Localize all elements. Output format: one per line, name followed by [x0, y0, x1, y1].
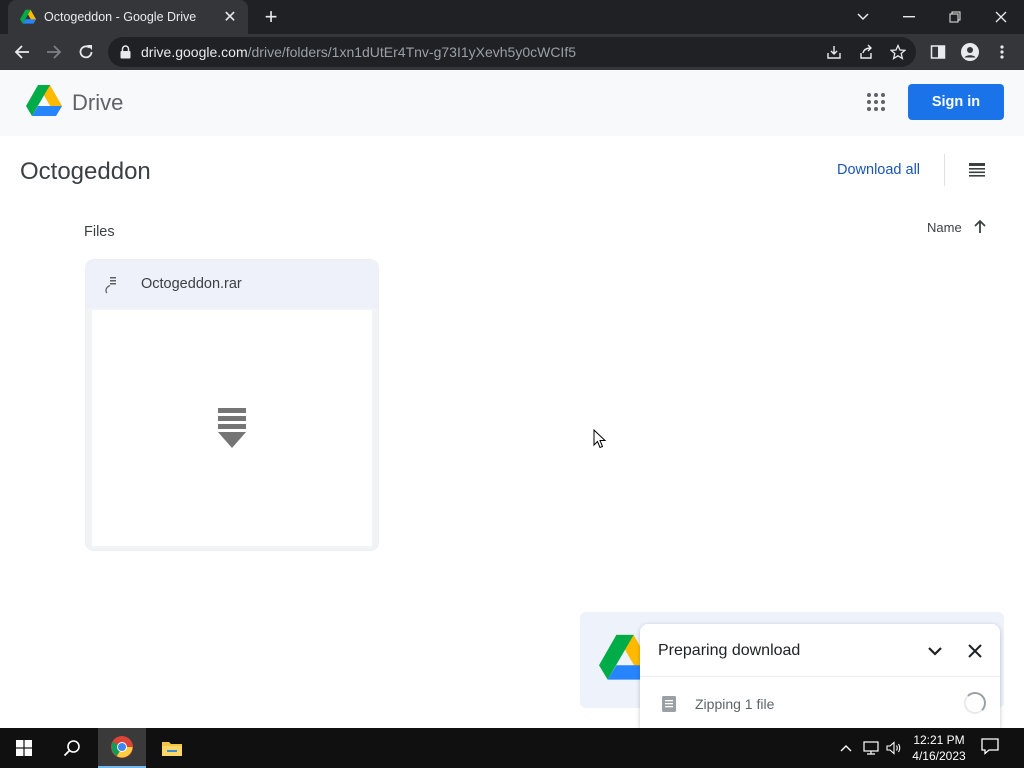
drive-logo-icon[interactable]	[26, 85, 62, 117]
file-name[interactable]: Octogeddon.rar	[141, 276, 242, 292]
file-preview[interactable]	[92, 310, 372, 546]
document-icon	[662, 696, 676, 712]
archive-icon	[104, 276, 118, 296]
drive-logo-icon	[599, 632, 643, 684]
clock-time: 12:21 PM	[913, 733, 965, 747]
taskbar-clock[interactable]: 12:21 PM 4/16/2023	[904, 732, 974, 764]
tab-search-chevron-icon[interactable]	[840, 0, 886, 34]
download-all-button[interactable]: Download all	[837, 162, 920, 178]
download-panel-title: Preparing download	[658, 642, 801, 659]
new-tab-button[interactable]: +	[258, 4, 284, 30]
url-path: /drive/folders/1xn1dUtEr4Tnv-g73I1yXevh5…	[247, 44, 576, 60]
chrome-icon[interactable]	[98, 728, 146, 768]
panel-divider	[640, 676, 1000, 677]
windows-taskbar: 12:21 PM 4/16/2023	[0, 728, 1024, 768]
file-explorer-icon[interactable]	[148, 728, 196, 768]
tab-close-icon[interactable]: ✕	[220, 7, 240, 27]
drive-brand-name[interactable]: Drive	[72, 90, 123, 116]
tab-title: Octogeddon - Google Drive	[44, 10, 197, 24]
menu-icon[interactable]	[988, 38, 1016, 66]
address-bar[interactable]: drive.google.com/drive/folders/1xn1dUtEr…	[108, 37, 916, 67]
profile-icon[interactable]	[956, 38, 984, 66]
bookmark-star-icon[interactable]	[884, 38, 912, 66]
files-section-label: Files	[84, 224, 115, 240]
minimize-icon[interactable]	[886, 0, 932, 34]
lock-icon[interactable]	[120, 45, 131, 59]
sort-by-name-button[interactable]: Name	[927, 220, 962, 235]
sort-ascending-arrow-icon[interactable]	[972, 219, 988, 235]
google-apps-icon[interactable]	[862, 88, 890, 116]
url-text: drive.google.com/drive/folders/1xn1dUtEr…	[141, 44, 576, 60]
drive-favicon-icon	[20, 9, 36, 25]
sign-in-button[interactable]: Sign in	[908, 84, 1004, 120]
show-hidden-icons-chevron-icon[interactable]	[836, 738, 856, 758]
share-icon[interactable]	[852, 38, 880, 66]
forward-icon[interactable]	[40, 38, 68, 66]
download-progress-panel: Preparing download Zipping 1 file	[640, 624, 1000, 728]
toolbar-divider	[944, 154, 945, 186]
loading-spinner-icon	[964, 692, 986, 714]
side-panel-icon[interactable]	[924, 38, 952, 66]
back-icon[interactable]	[8, 38, 36, 66]
browser-tab[interactable]: Octogeddon - Google Drive ✕	[8, 0, 248, 34]
install-icon[interactable]	[820, 38, 848, 66]
download-status-text: Zipping 1 file	[695, 696, 775, 712]
folder-title: Octogeddon	[20, 158, 151, 185]
restore-icon[interactable]	[932, 0, 978, 34]
reload-icon[interactable]	[72, 38, 100, 66]
start-icon[interactable]	[0, 728, 48, 768]
file-card-header: Octogeddon.rar	[86, 260, 378, 308]
search-icon[interactable]	[48, 728, 96, 768]
archive-preview-icon	[218, 408, 246, 450]
collapse-chevron-icon[interactable]	[924, 640, 946, 662]
url-host: drive.google.com	[141, 44, 248, 60]
notification-center-icon[interactable]	[980, 736, 1004, 760]
volume-icon[interactable]	[884, 738, 904, 758]
list-view-icon[interactable]	[962, 156, 992, 184]
mouse-cursor-icon	[593, 428, 607, 449]
file-card[interactable]: Octogeddon.rar	[86, 260, 378, 550]
window-close-icon[interactable]	[978, 0, 1024, 34]
network-icon[interactable]	[861, 738, 881, 758]
clock-date: 4/16/2023	[912, 749, 966, 763]
close-icon[interactable]	[964, 640, 986, 662]
browser-toolbar: drive.google.com/drive/folders/1xn1dUtEr…	[0, 34, 1024, 70]
drive-header: Drive Sign in	[0, 70, 1024, 136]
browser-tab-strip: Octogeddon - Google Drive ✕ +	[0, 0, 1024, 34]
